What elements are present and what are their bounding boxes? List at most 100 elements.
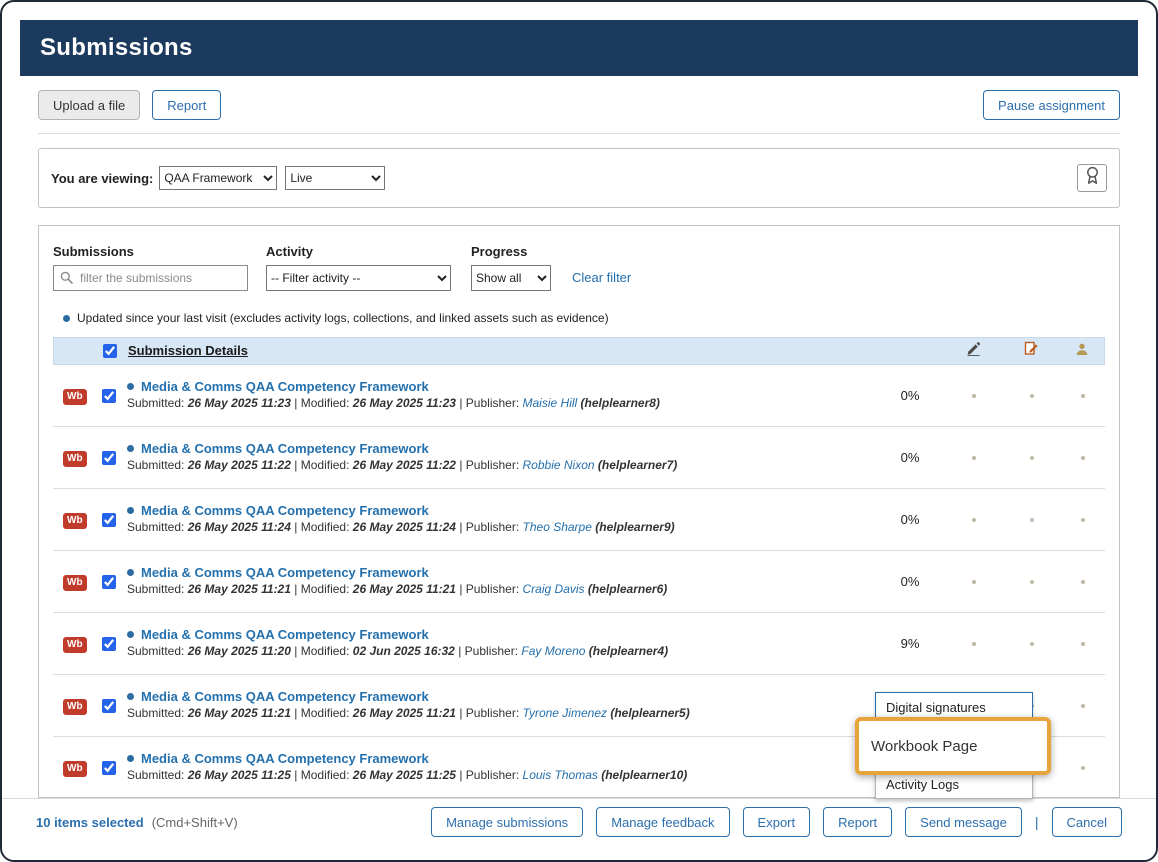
publisher-label: Publisher: — [465, 706, 520, 720]
manage-feedback-button[interactable]: Manage feedback — [596, 807, 730, 837]
workbook-badge: Wb — [63, 637, 87, 653]
submission-title-link[interactable]: Media & Comms QAA Competency Framework — [141, 689, 429, 704]
user-status-dot — [1081, 765, 1085, 770]
publisher-link[interactable]: Louis Thomas — [523, 768, 598, 782]
updated-legend: Updated since your last visit (excludes … — [63, 311, 1105, 325]
updated-dot-icon — [127, 507, 134, 514]
updated-dot-icon — [127, 693, 134, 700]
modified-label: Modified: — [300, 644, 350, 658]
selected-count: 10 items selected — [36, 814, 144, 830]
user-status-dot — [1081, 641, 1085, 646]
workspace-select[interactable]: QAA Framework — [159, 166, 278, 190]
manage-submissions-button[interactable]: Manage submissions — [431, 807, 584, 837]
row-checkbox[interactable] — [101, 760, 116, 775]
modified-label: Modified: — [300, 582, 350, 596]
footer-actions: Manage submissions Manage feedback Expor… — [431, 807, 1122, 837]
export-button[interactable]: Export — [742, 807, 811, 837]
menu-item-workbook-page[interactable]: Workbook Page — [855, 717, 1051, 775]
progress-filter-select[interactable]: Show all — [471, 265, 551, 291]
row-checkbox[interactable] — [101, 636, 116, 651]
report-button-bottom[interactable]: Report — [823, 807, 893, 837]
user-status-dot — [1081, 455, 1085, 460]
submitted-label: Submitted: — [127, 706, 185, 720]
submission-title-link[interactable]: Media & Comms QAA Competency Framework — [141, 627, 429, 642]
viewing-panel: You are viewing: QAA Framework Live — [38, 148, 1120, 208]
signature-column-header[interactable] — [944, 341, 1002, 361]
submission-row: Wb Media & Comms QAA Competency Framewor… — [53, 427, 1105, 489]
submitted-label: Submitted: — [127, 644, 185, 658]
submitted-label: Submitted: — [127, 768, 185, 782]
publisher-label: Publisher: — [465, 520, 520, 534]
submitted-value: 26 May 2025 11:20 — [187, 644, 291, 658]
submissions-filter-label: Submissions — [53, 244, 134, 259]
activity-filter-select[interactable]: -- Filter activity -- — [266, 265, 451, 291]
submission-details-header[interactable]: Submission Details — [128, 343, 248, 358]
publisher-label: Publisher: — [465, 396, 520, 410]
submissions-search-input[interactable] — [53, 265, 248, 291]
publisher-username: (helplearner10) — [601, 768, 688, 782]
progress-value: 0% — [900, 512, 920, 527]
send-message-button[interactable]: Send message — [905, 807, 1022, 837]
submitted-label: Submitted: — [127, 396, 185, 410]
mode-select[interactable]: Live — [285, 166, 386, 190]
publisher-label: Publisher: — [465, 582, 520, 596]
activity-filter-group: Activity -- Filter activity -- — [266, 244, 451, 291]
publisher-link[interactable]: Maisie Hill — [523, 396, 578, 410]
submitted-value: 26 May 2025 11:21 — [187, 706, 291, 720]
user-status-dot — [1081, 579, 1085, 584]
clear-filter-link[interactable]: Clear filter — [572, 270, 631, 285]
select-all-checkbox[interactable] — [102, 344, 117, 358]
report-button-top[interactable]: Report — [152, 90, 222, 120]
search-icon — [60, 271, 73, 289]
publisher-label: Publisher: — [465, 768, 520, 782]
upload-file-button[interactable]: Upload a file — [38, 90, 141, 120]
publisher-link[interactable]: Fay Moreno — [521, 644, 585, 658]
app-window: Submissions Upload a file Report Pause a… — [0, 0, 1158, 862]
progress-value: 0% — [900, 450, 920, 465]
row-checkbox[interactable] — [101, 450, 116, 465]
certificates-button[interactable] — [1077, 164, 1107, 192]
submission-meta: Submitted: 26 May 2025 11:21 | Modified:… — [127, 582, 668, 596]
submission-title-link[interactable]: Media & Comms QAA Competency Framework — [141, 441, 429, 456]
page-title: Submissions — [40, 34, 193, 61]
modified-label: Modified: — [300, 396, 350, 410]
updated-legend-text: Updated since your last visit (excludes … — [77, 311, 609, 325]
submitted-value: 26 May 2025 11:25 — [187, 768, 291, 782]
submission-title-link[interactable]: Media & Comms QAA Competency Framework — [141, 503, 429, 518]
user-column-header[interactable] — [1060, 342, 1104, 361]
modified-value: 26 May 2025 11:22 — [352, 458, 456, 472]
row-checkbox[interactable] — [101, 512, 116, 527]
keyboard-shortcut: (Cmd+Shift+V) — [151, 814, 238, 830]
signature-status-dot — [972, 579, 976, 584]
submitted-value: 26 May 2025 11:24 — [187, 520, 291, 534]
row-checkbox[interactable] — [101, 574, 116, 589]
updated-dot-icon — [127, 383, 134, 390]
progress-value: 9% — [900, 636, 920, 651]
submission-title-link[interactable]: Media & Comms QAA Competency Framework — [141, 565, 429, 580]
submitted-value: 26 May 2025 11:23 — [187, 396, 291, 410]
modified-value: 26 May 2025 11:25 — [352, 768, 456, 782]
feedback-status-dot — [1030, 455, 1034, 460]
modified-value: 02 Jun 2025 16:32 — [352, 644, 455, 658]
footer-divider: | — [1034, 814, 1039, 830]
publisher-link[interactable]: Tyrone Jimenez — [523, 706, 607, 720]
feedback-column-header[interactable] — [1002, 341, 1060, 361]
submissions-filter-group: Submissions — [53, 244, 248, 291]
pause-assignment-button[interactable]: Pause assignment — [983, 90, 1120, 120]
updated-dot-icon — [127, 569, 134, 576]
publisher-link[interactable]: Theo Sharpe — [523, 520, 592, 534]
row-checkbox[interactable] — [101, 388, 116, 403]
updated-dot-icon — [127, 631, 134, 638]
publisher-link[interactable]: Robbie Nixon — [523, 458, 595, 472]
publisher-username: (helplearner5) — [610, 706, 690, 720]
publisher-link[interactable]: Craig Davis — [523, 582, 585, 596]
signature-status-dot — [972, 455, 976, 460]
updated-dot-icon — [63, 314, 70, 322]
row-checkbox[interactable] — [101, 698, 116, 713]
submission-row: Wb Media & Comms QAA Competency Framewor… — [53, 489, 1105, 551]
cancel-button[interactable]: Cancel — [1051, 807, 1122, 837]
submission-title-link[interactable]: Media & Comms QAA Competency Framework — [141, 751, 429, 766]
submitted-value: 26 May 2025 11:21 — [187, 582, 291, 596]
workbook-badge: Wb — [63, 389, 87, 405]
submission-title-link[interactable]: Media & Comms QAA Competency Framework — [141, 379, 429, 394]
